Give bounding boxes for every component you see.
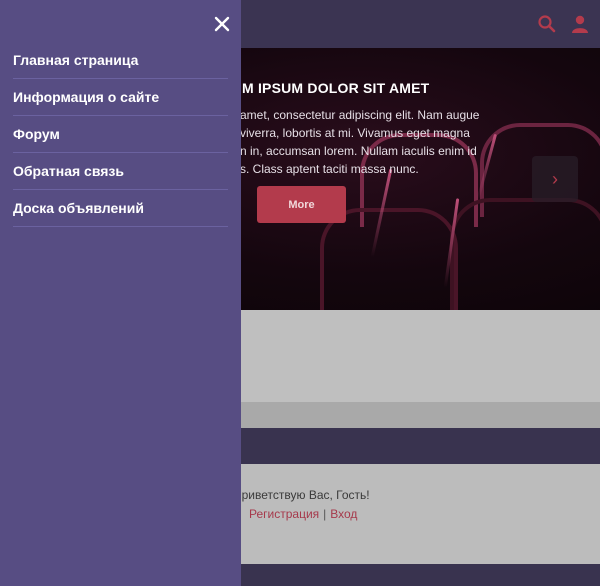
link-separator: | — [323, 507, 327, 521]
menu-item-feedback[interactable]: Обратная связь — [13, 153, 228, 189]
menu-item: Обратная связь — [13, 153, 228, 190]
menu-item-about[interactable]: Информация о сайте — [13, 79, 228, 115]
user-icon[interactable] — [570, 14, 590, 34]
chevron-right-icon: › — [552, 169, 558, 189]
side-menu-drawer: Главная страница Информация о сайте Фору… — [0, 0, 241, 586]
close-menu-button[interactable] — [210, 12, 234, 36]
cinema-seat-decoration — [450, 198, 600, 310]
hero-text-line: n in, accumsan lorem. Nullam iaculis eni… — [240, 144, 477, 158]
menu-item: Форум — [13, 116, 228, 153]
hero-text-line: s. Class aptent taciti massa nunc. — [240, 162, 419, 176]
menu-item: Главная страница — [13, 42, 228, 79]
menu-item: Информация о сайте — [13, 79, 228, 116]
hero-text-line: viverra, lobortis at mi. Vivamus eget ma… — [240, 126, 470, 140]
auth-links: Регистрация | Вход — [249, 507, 357, 521]
greeting-text: Приветствую Вас, Гость! — [233, 488, 370, 502]
slider-next-arrow[interactable]: › — [532, 156, 578, 202]
side-menu-list: Главная страница Информация о сайте Фору… — [13, 42, 228, 227]
more-button[interactable]: More — [257, 186, 346, 223]
hero-text-line: amet, consectetur adipiscing elit. Nam a… — [240, 108, 480, 122]
menu-item-home[interactable]: Главная страница — [13, 42, 228, 78]
register-link[interactable]: Регистрация — [249, 507, 319, 521]
cinema-seat-decoration — [320, 208, 458, 310]
menu-item-forum[interactable]: Форум — [13, 116, 228, 152]
hero-text: amet, consectetur adipiscing elit. Nam a… — [240, 106, 502, 178]
menu-item-board[interactable]: Доска объявлений — [13, 190, 228, 226]
search-icon[interactable] — [537, 14, 557, 34]
menu-item: Доска объявлений — [13, 190, 228, 227]
login-link[interactable]: Вход — [330, 507, 357, 521]
hero-title: M IPSUM DOLOR SIT AMET — [242, 80, 430, 96]
close-icon — [214, 16, 230, 32]
